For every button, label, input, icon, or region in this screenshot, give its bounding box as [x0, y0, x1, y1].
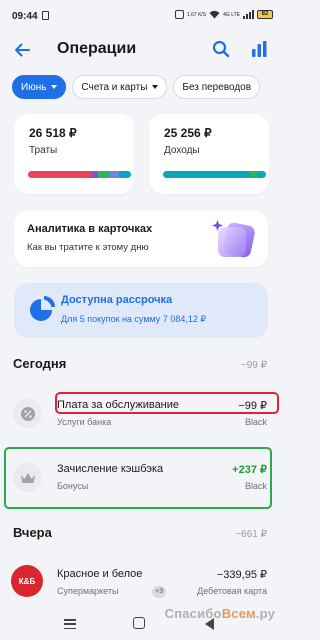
sim-icon — [42, 11, 49, 20]
pie-chart-icon — [30, 296, 55, 321]
chevron-down-icon — [152, 85, 159, 89]
wifi-icon — [209, 10, 220, 19]
status-bar: 09:44 1,67 K/S 4G LTE 82 — [0, 0, 281, 30]
operation-card: Дебетовая карта — [197, 586, 267, 596]
installment-subtitle: Для 5 покупок на сумму 7 084,12 ₽ — [61, 314, 207, 324]
highlight-green-box — [4, 447, 272, 509]
filter-bar: Июнь Счета и карты Без переводов — [12, 75, 261, 99]
expenses-bar — [28, 171, 131, 178]
section-title-today: Сегодня — [13, 356, 67, 371]
installment-banner[interactable]: Доступна рассрочка Для 5 покупок на сумм… — [14, 283, 268, 338]
battery-icon: 82 — [257, 10, 273, 19]
transfers-filter[interactable]: Без переводов — [173, 75, 261, 99]
installment-title: Доступна рассрочка — [61, 294, 173, 306]
percent-icon — [13, 399, 42, 428]
operation-card: Black — [244, 417, 267, 427]
page-title: Операции — [57, 40, 137, 57]
income-card[interactable]: 25 256 ₽ Доходы — [149, 114, 269, 194]
section-total-yesterday: −661 ₽ — [235, 529, 267, 540]
income-label: Доходы — [164, 145, 200, 156]
month-filter-label: Июнь — [21, 81, 47, 93]
analytics-title: Аналитика в карточках — [27, 223, 153, 235]
operation-category: Супермаркеты — [57, 586, 119, 596]
income-bar — [163, 171, 266, 178]
analytics-subtitle: Как вы тратите к этому дню — [27, 242, 149, 253]
expenses-label: Траты — [29, 145, 58, 156]
accounts-filter-label: Счета и карты — [81, 81, 148, 93]
expenses-amount: 26 518 ₽ — [29, 126, 77, 140]
watermark-part3: .ру — [255, 606, 275, 621]
expenses-card[interactable]: 26 518 ₽ Траты — [14, 114, 134, 194]
search-icon[interactable] — [211, 39, 231, 59]
income-amount: 25 256 ₽ — [164, 126, 212, 140]
highlight-red-box — [55, 392, 279, 414]
watermark-part1: Спасибо — [164, 606, 222, 621]
percent-glyph — [20, 406, 35, 421]
section-total-today: −99 ₽ — [240, 360, 267, 371]
status-time: 09:44 — [12, 11, 38, 22]
operation-name: Красное и белое — [57, 568, 143, 580]
signal-icon — [243, 10, 254, 19]
extra-cards-badge: +3 — [152, 586, 166, 598]
watermark-part2: Всем — [221, 606, 256, 621]
network-type: 4G LTE — [223, 11, 240, 18]
home-icon[interactable] — [133, 617, 145, 629]
bar-chart-icon[interactable] — [249, 39, 269, 59]
watermark: СпасибоВсем.ру — [165, 606, 275, 621]
app-bar: Операции — [0, 32, 281, 68]
network-speed: 1,67 K/S — [186, 11, 207, 18]
accounts-filter[interactable]: Счета и карты — [72, 75, 168, 99]
section-title-yesterday: Вчера — [13, 525, 52, 540]
operation-amount: −339,95 ₽ — [216, 569, 267, 581]
month-filter[interactable]: Июнь — [12, 75, 67, 99]
operation-category: Услуги банка — [57, 417, 112, 427]
transfers-filter-label: Без переводов — [182, 81, 252, 93]
analytics-card[interactable]: Аналитика в карточках Как вы тратите к э… — [14, 211, 268, 267]
chevron-down-icon — [51, 85, 58, 89]
analytics-cards-icon — [212, 220, 255, 258]
status-icons: 1,67 K/S 4G LTE 82 — [174, 10, 273, 19]
back-arrow-icon[interactable] — [12, 40, 32, 60]
nfc-icon — [174, 10, 184, 19]
store-logo: К&Б — [11, 565, 43, 597]
recent-apps-icon[interactable] — [64, 619, 76, 629]
